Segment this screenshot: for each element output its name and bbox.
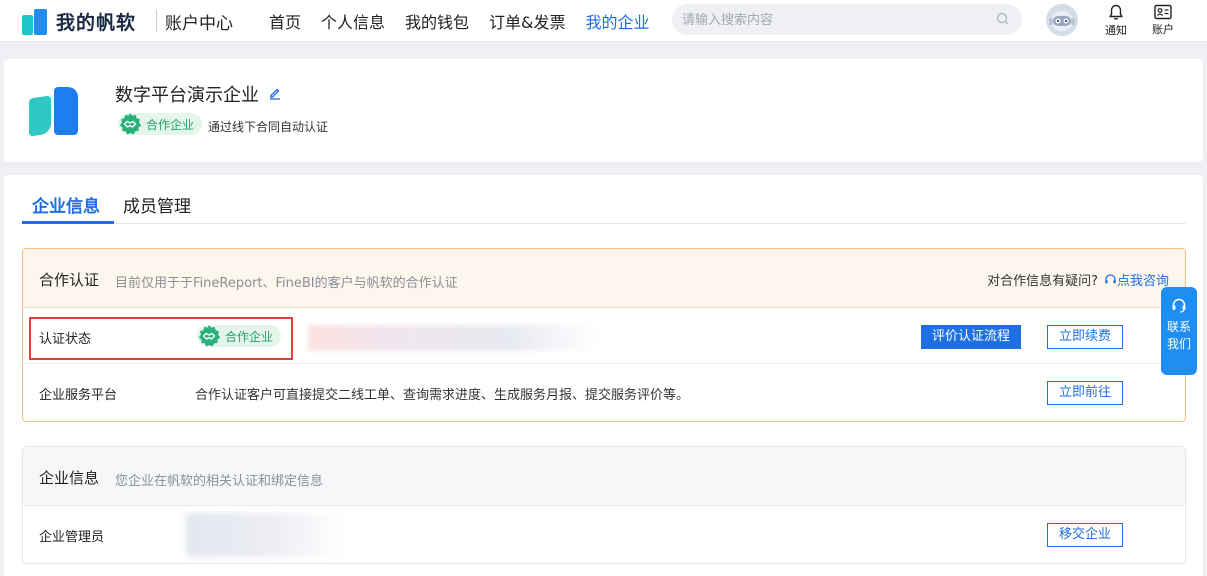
consult-link[interactable]: 点我咨询 [1104, 270, 1169, 289]
search-icon[interactable] [996, 12, 1010, 26]
certification-note: 通过线下合同自动认证 [208, 120, 329, 134]
service-platform-row: 企业服务平台 合作认证客户可直接提交二线工单、查询需求进度、生成服务月报、提交服… [23, 364, 1185, 420]
partner-certification-section: 合作认证 目前仅用于于FineReport、FineBI的客户与帆软的合作认证 … [22, 248, 1186, 422]
renew-button[interactable]: 立即续费 [1047, 325, 1124, 349]
company-logo-icon [29, 87, 79, 137]
evaluate-certification-button[interactable]: 评价认证流程 [921, 325, 1022, 349]
tab-bar: 企业信息 成员管理 [22, 187, 1186, 224]
main-panel: 企业信息 成员管理 合作认证 目前仅用于于FineReport、FineBI的客… [4, 175, 1203, 576]
service-platform-text: 合作认证客户可直接提交二线工单、查询需求进度、生成服务月报、提交服务评价等。 [195, 388, 690, 403]
search-box [672, 4, 1022, 35]
user-avatar[interactable] [1046, 4, 1078, 36]
certification-status-row: 认证状态 合作企业 评价认证流程 立即续费 [23, 308, 1185, 364]
customer-service-icon [1172, 298, 1186, 313]
company-name: 数字平台演示企业 [115, 85, 259, 106]
company-info-title: 企业信息 [39, 469, 100, 487]
nav-my-company[interactable]: 我的企业 [586, 9, 650, 33]
status-badge-label: 合作企业 [225, 329, 274, 344]
partner-section-title: 合作认证 [39, 271, 100, 289]
partner-section-header: 合作认证 目前仅用于于FineReport、FineBI的客户与帆软的合作认证 … [23, 249, 1185, 308]
partner-question-text: 对合作信息有疑问? [987, 274, 1098, 289]
admin-row: 企业管理员 移交企业 [23, 506, 1185, 562]
tab-member-management[interactable]: 成员管理 [123, 192, 191, 217]
partner-seal-icon [119, 113, 142, 135]
brand-divider [156, 10, 157, 32]
bell-icon [1109, 4, 1123, 20]
top-navbar: 我的帆软 账户中心 首页 个人信息 我的钱包 订单&发票 我的企业 请输入搜索内… [0, 0, 1207, 42]
contact-line-2: 我们 [1166, 337, 1191, 351]
edit-icon[interactable] [268, 86, 282, 100]
notification-label: 通知 [1105, 24, 1127, 37]
active-tab-indicator [22, 221, 114, 224]
partner-section-desc: 目前仅用于于FineReport、FineBI的客户与帆软的合作认证 [115, 276, 458, 291]
nav-personal-info[interactable]: 个人信息 [321, 9, 385, 33]
fanruan-logo-icon [22, 7, 48, 35]
contact-us-float-button[interactable]: 联系 我们 [1161, 287, 1197, 375]
brand-name: 我的帆软 [56, 11, 137, 34]
notification-button[interactable]: 通知 [1096, 2, 1136, 40]
headset-icon [1105, 274, 1116, 284]
contact-line-1: 联系 [1166, 320, 1191, 334]
go-now-button[interactable]: 立即前往 [1047, 381, 1124, 405]
company-info-desc: 您企业在帆软的相关认证和绑定信息 [115, 474, 324, 489]
company-info-section: 企业信息 您企业在帆软的相关认证和绑定信息 企业管理员 移交企业 [22, 446, 1186, 564]
redacted-field [308, 325, 598, 351]
company-info-header: 企业信息 您企业在帆软的相关认证和绑定信息 [23, 447, 1185, 506]
account-label: 账户 [1152, 23, 1174, 36]
account-button[interactable]: 账户 [1143, 2, 1183, 40]
partner-badge-label: 合作企业 [146, 117, 195, 132]
status-label: 认证状态 [39, 332, 92, 347]
status-badge: 合作企业 [197, 325, 282, 347]
nav-home[interactable]: 首页 [269, 9, 301, 33]
admin-label: 企业管理员 [39, 530, 105, 545]
nav-orders-invoices[interactable]: 订单&发票 [489, 9, 565, 33]
tab-company-info[interactable]: 企业信息 [32, 192, 100, 217]
nav-wallet[interactable]: 我的钱包 [405, 9, 469, 33]
partner-seal-icon [198, 325, 221, 347]
transfer-company-button[interactable]: 移交企业 [1047, 523, 1124, 547]
main-nav: 首页 个人信息 我的钱包 订单&发票 我的企业 [269, 9, 670, 33]
account-center-title: 账户中心 [165, 14, 233, 34]
search-input[interactable] [682, 10, 982, 30]
partner-question-area: 对合作信息有疑问? 点我咨询 [987, 270, 1169, 289]
partner-badge: 合作企业 [118, 113, 203, 135]
brand-logo[interactable]: 我的帆软 [22, 6, 136, 36]
company-header-card: 数字平台演示企业 合作企业 通过线下合同自动认证 [4, 59, 1203, 162]
service-platform-label: 企业服务平台 [39, 388, 118, 403]
robot-avatar-icon [1046, 4, 1078, 36]
consult-link-label: 点我咨询 [1116, 274, 1169, 289]
id-card-icon [1154, 4, 1172, 20]
redacted-admin [186, 513, 346, 557]
